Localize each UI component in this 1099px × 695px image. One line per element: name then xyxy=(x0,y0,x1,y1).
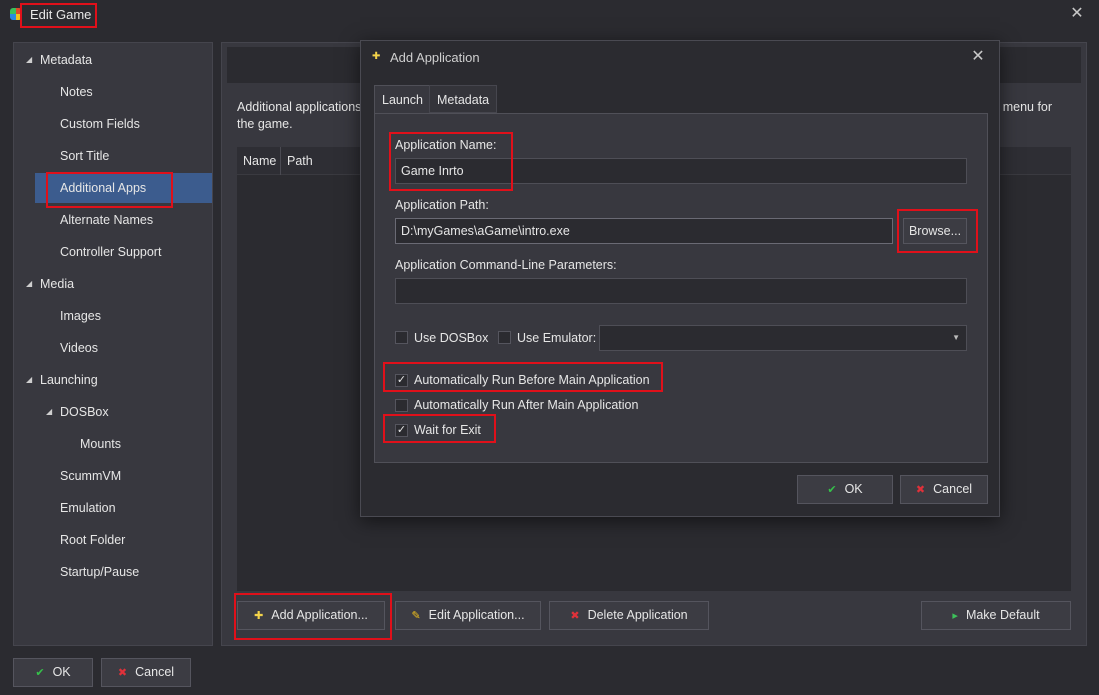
plus-star-icon: ✚ xyxy=(254,610,264,622)
use-dosbox-checkbox[interactable] xyxy=(395,331,408,344)
run-after-checkbox[interactable] xyxy=(395,399,408,412)
red-x-icon: ✖ xyxy=(570,610,580,622)
launch-tab-content: Application Name: Game Inrto Application… xyxy=(374,113,988,463)
tree-item-root-folder[interactable]: Root Folder xyxy=(14,525,212,555)
tree-item-metadata[interactable]: ◢ Metadata xyxy=(14,45,212,75)
tree-item-label: Mounts xyxy=(80,437,121,451)
tree-item-label: DOSBox xyxy=(60,405,109,419)
dialog-close-button[interactable]: ✕ xyxy=(969,48,987,66)
check-icon: ✔ xyxy=(827,484,837,496)
tree-item-label: Alternate Names xyxy=(60,213,154,227)
add-application-dialog: ✚ Add Application ✕ Launch Metadata Appl… xyxy=(360,40,1000,517)
expander-icon[interactable]: ◢ xyxy=(46,397,52,427)
button-label: Add Application... xyxy=(271,608,368,622)
tree-item-mounts[interactable]: Mounts xyxy=(14,429,212,459)
use-dosbox-label[interactable]: Use DOSBox xyxy=(414,331,488,345)
make-default-button[interactable]: ▸ Make Default xyxy=(921,601,1071,630)
tree-item-sort-title[interactable]: Sort Title xyxy=(14,141,212,171)
settings-tree: ◢ Metadata Notes Custom Fields Sort Title… xyxy=(13,42,213,646)
application-name-label: Application Name: xyxy=(395,138,497,152)
button-label: Edit Application... xyxy=(428,608,525,622)
plus-star-icon: ✚ xyxy=(372,51,381,62)
tree-item-label: Emulation xyxy=(60,501,116,515)
button-label: Cancel xyxy=(135,665,175,679)
tree-item-additional-apps[interactable]: Additional Apps xyxy=(35,173,212,203)
button-label: Make Default xyxy=(965,608,1040,622)
tree-item-videos[interactable]: Videos xyxy=(14,333,212,363)
app-icon xyxy=(10,8,22,20)
use-emulator-label[interactable]: Use Emulator: xyxy=(517,331,596,345)
title-bar: Edit Game ✕ xyxy=(0,0,1099,32)
tree-item-label: Sort Title xyxy=(60,149,110,163)
red-x-icon: ✖ xyxy=(117,667,128,679)
expander-icon[interactable]: ◢ xyxy=(26,365,32,395)
application-path-label: Application Path: xyxy=(395,198,489,212)
application-name-field[interactable]: Game Inrto xyxy=(395,158,967,184)
tree-item-label: Metadata xyxy=(40,53,93,67)
tab-metadata[interactable]: Metadata xyxy=(429,85,498,113)
tree-item-label: ScummVM xyxy=(60,469,122,483)
red-x-icon: ✖ xyxy=(915,484,926,496)
panel-description: Additional applications xyxy=(237,100,362,114)
tree-item-label: Media xyxy=(40,277,75,291)
tree-item-controller-support[interactable]: Controller Support xyxy=(14,237,212,267)
column-header-path[interactable]: Path xyxy=(281,147,361,175)
tree-item-label: Notes xyxy=(60,85,93,99)
tree-item-label: Root Folder xyxy=(60,533,126,547)
tree-item-alternate-names[interactable]: Alternate Names xyxy=(14,205,212,235)
tree-item-dosbox[interactable]: ◢ DOSBox xyxy=(14,397,212,427)
run-before-label[interactable]: Automatically Run Before Main Applicatio… xyxy=(414,373,650,387)
tree-item-label: Videos xyxy=(60,341,98,355)
tree-item-emulation[interactable]: Emulation xyxy=(14,493,212,523)
tree-item-scummvm[interactable]: ScummVM xyxy=(14,461,212,491)
button-label: OK xyxy=(52,665,71,679)
tree-item-label: Custom Fields xyxy=(60,117,140,131)
chevron-down-icon: ▼ xyxy=(952,333,960,342)
button-label: Delete Application xyxy=(587,608,688,622)
ok-button[interactable]: ✔ OK xyxy=(13,658,93,687)
edit-application-button[interactable]: ✎ Edit Application... xyxy=(395,601,541,630)
command-line-label: Application Command-Line Parameters: xyxy=(395,258,617,272)
pencil-icon: ✎ xyxy=(411,610,421,622)
tree-item-label: Startup/Pause xyxy=(60,565,140,579)
wait-for-exit-checkbox[interactable]: ✓ xyxy=(395,424,408,437)
run-after-label[interactable]: Automatically Run After Main Application xyxy=(414,398,638,412)
button-label: OK xyxy=(844,482,863,496)
window-title: Edit Game xyxy=(30,7,92,22)
tree-item-label: Controller Support xyxy=(60,245,162,259)
tree-item-startup-pause[interactable]: Startup/Pause xyxy=(14,557,212,587)
delete-application-button[interactable]: ✖ Delete Application xyxy=(549,601,709,630)
use-emulator-checkbox[interactable] xyxy=(498,331,511,344)
column-header-name[interactable]: Name xyxy=(237,147,281,175)
dialog-cancel-button[interactable]: ✖ Cancel xyxy=(900,475,988,504)
dialog-title: Add Application xyxy=(390,50,480,65)
tab-launch[interactable]: Launch xyxy=(374,85,432,115)
run-before-checkbox[interactable]: ✓ xyxy=(395,374,408,387)
browse-button[interactable]: Browse... xyxy=(903,218,967,244)
emulator-dropdown[interactable]: ▼ xyxy=(599,325,967,351)
panel-description-right: k menu for xyxy=(993,100,1053,114)
tree-item-label: Launching xyxy=(40,373,98,387)
tree-item-label: Images xyxy=(60,309,101,323)
expander-icon[interactable]: ◢ xyxy=(26,45,32,75)
dialog-ok-button[interactable]: ✔ OK xyxy=(797,475,893,504)
application-path-field[interactable]: D:\myGames\aGame\intro.exe xyxy=(395,218,893,244)
wait-for-exit-label[interactable]: Wait for Exit xyxy=(414,423,481,437)
tree-item-notes[interactable]: Notes xyxy=(14,77,212,107)
check-icon: ✔ xyxy=(35,667,45,679)
panel-description-continued: the game. xyxy=(237,117,293,131)
window-close-button[interactable]: ✕ xyxy=(1068,5,1086,23)
green-arrow-icon: ▸ xyxy=(952,610,958,622)
tree-item-launching[interactable]: ◢ Launching xyxy=(14,365,212,395)
tree-item-media[interactable]: ◢ Media xyxy=(14,269,212,299)
button-label: Cancel xyxy=(933,482,973,496)
tree-item-custom-fields[interactable]: Custom Fields xyxy=(14,109,212,139)
tree-item-images[interactable]: Images xyxy=(14,301,212,331)
tree-item-label: Additional Apps xyxy=(60,181,147,195)
expander-icon[interactable]: ◢ xyxy=(26,269,32,299)
command-line-field[interactable] xyxy=(395,278,967,304)
add-application-button[interactable]: ✚ Add Application... xyxy=(237,601,385,630)
cancel-button[interactable]: ✖ Cancel xyxy=(101,658,191,687)
